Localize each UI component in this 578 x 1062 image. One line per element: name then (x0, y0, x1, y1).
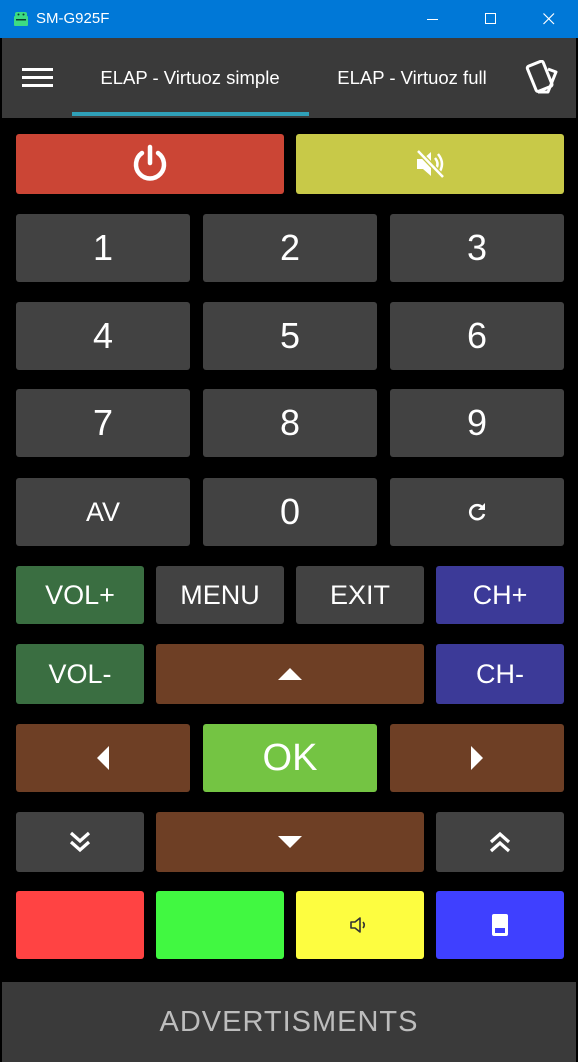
av-button[interactable]: AV (16, 478, 190, 546)
window-title: SM-G925F (36, 10, 110, 27)
digit-0-button[interactable]: 0 (203, 478, 377, 546)
menu-icon-line (22, 68, 53, 71)
power-icon (133, 144, 167, 181)
app-bar: ELAP - Virtuoz simple ELAP - Virtuoz ful… (2, 38, 576, 118)
double-chevron-up-icon (489, 831, 511, 853)
digit-4-button[interactable]: 4 (16, 302, 190, 370)
minimize-icon (427, 19, 438, 20)
minimize-button[interactable] (404, 0, 462, 38)
refresh-button[interactable] (390, 478, 564, 546)
maximize-button[interactable] (462, 0, 520, 38)
remote-pad: 1 2 3 4 5 6 7 8 9 AV 0 VOL+ MENU EXIT CH… (2, 118, 576, 980)
digit-7-button[interactable]: 7 (16, 389, 190, 457)
digit-9-button[interactable]: 9 (390, 389, 564, 457)
caret-up-icon (278, 668, 302, 680)
caret-right-icon (471, 746, 483, 770)
digit-5-button[interactable]: 5 (203, 302, 377, 370)
digit-8-button[interactable]: 8 (203, 389, 377, 457)
volume-up-button[interactable]: VOL+ (16, 566, 144, 624)
down-button[interactable] (156, 812, 424, 872)
channel-up-button[interactable]: CH+ (436, 566, 564, 624)
maximize-icon (485, 13, 496, 24)
caret-left-icon (97, 746, 109, 770)
digit-1-button[interactable]: 1 (16, 214, 190, 282)
menu-button-remote[interactable]: MENU (156, 566, 284, 624)
menu-icon-line (22, 76, 53, 79)
blue-key-button[interactable] (436, 891, 564, 959)
volume-down-button[interactable]: VOL- (16, 644, 144, 704)
android-app-icon (14, 12, 28, 26)
page-down-button[interactable] (16, 812, 144, 872)
left-button[interactable] (16, 724, 190, 792)
green-key-button[interactable] (156, 891, 284, 959)
advertisement-banner[interactable]: ADVERTISMENTS (2, 982, 576, 1062)
close-button[interactable] (520, 0, 578, 38)
menu-icon-line (22, 84, 53, 87)
speaker-icon (350, 917, 366, 933)
power-button[interactable] (16, 134, 284, 194)
tab-virtuoz-full[interactable]: ELAP - Virtuoz full (312, 38, 512, 118)
caret-down-icon (278, 836, 302, 848)
ok-button[interactable]: OK (203, 724, 377, 792)
refresh-icon (468, 503, 486, 521)
exit-button[interactable]: EXIT (296, 566, 424, 624)
switch-remote-icon[interactable] (522, 60, 560, 96)
digit-3-button[interactable]: 3 (390, 214, 564, 282)
mute-button[interactable] (296, 134, 564, 194)
sd-card-icon (492, 914, 508, 936)
yellow-key-button[interactable] (296, 891, 424, 959)
close-icon (543, 13, 555, 25)
up-button[interactable] (156, 644, 424, 704)
page-up-button[interactable] (436, 812, 564, 872)
tab-virtuoz-simple[interactable]: ELAP - Virtuoz simple (72, 38, 308, 118)
digit-6-button[interactable]: 6 (390, 302, 564, 370)
mute-icon (416, 149, 445, 179)
active-tab-indicator (72, 112, 309, 116)
digit-2-button[interactable]: 2 (203, 214, 377, 282)
right-button[interactable] (390, 724, 564, 792)
menu-button[interactable] (22, 66, 54, 90)
red-key-button[interactable] (16, 891, 144, 959)
channel-down-button[interactable]: CH- (436, 644, 564, 704)
window-title-bar: SM-G925F (0, 0, 578, 38)
double-chevron-down-icon (69, 831, 91, 853)
